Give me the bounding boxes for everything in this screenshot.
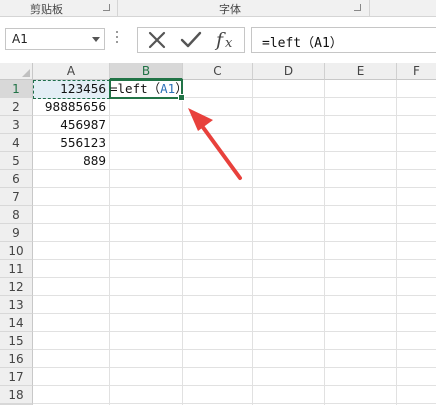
worksheet-grid[interactable]: A B C D E F 1 2 3 4 5 6 7 8 9 10 11 12 1… (0, 63, 436, 405)
gridline (109, 80, 110, 405)
row-header-15[interactable]: 15 (0, 332, 33, 350)
row-header-2[interactable]: 2 (0, 98, 33, 116)
row-header-8[interactable]: 8 (0, 206, 33, 224)
gridline (33, 313, 436, 314)
row-header-11[interactable]: 11 (0, 260, 33, 278)
gridline (33, 205, 436, 206)
svg-text:x: x (225, 36, 233, 51)
formula-suffix: ） (175, 81, 188, 96)
formula-bar: A1 f x =left（A1） (0, 17, 436, 63)
font-dialog-launcher-icon[interactable] (354, 4, 361, 11)
gridline (33, 349, 436, 350)
row-header-9[interactable]: 9 (0, 224, 33, 242)
gridline (396, 80, 397, 405)
gridline (33, 241, 436, 242)
group-divider (117, 0, 118, 16)
row-header-17[interactable]: 17 (0, 368, 33, 386)
formula-bar-buttons: f x (137, 27, 245, 53)
clipboard-dialog-launcher-icon[interactable] (103, 4, 110, 11)
gridline (33, 367, 436, 368)
name-box[interactable]: A1 (5, 28, 105, 50)
gridline (252, 80, 253, 405)
row-header-4[interactable]: 4 (0, 134, 33, 152)
select-all-button[interactable] (0, 63, 33, 80)
column-header-c[interactable]: C (183, 63, 253, 80)
group-label-font: 字体 (219, 3, 241, 16)
formula-prefix: =left（ (110, 81, 161, 96)
cell-a5[interactable]: 889 (33, 152, 109, 170)
row-header-18[interactable]: 18 (0, 386, 33, 404)
column-header-f[interactable]: F (397, 63, 436, 80)
gridline (33, 187, 436, 188)
gridline (33, 385, 436, 386)
row-header-3[interactable]: 3 (0, 116, 33, 134)
cell-a2[interactable]: 98885656 (33, 98, 109, 116)
gridline (33, 259, 436, 260)
column-header-b[interactable]: B (110, 63, 183, 80)
ribbon-group-labels: 剪贴板 字体 (0, 0, 436, 17)
gridline (33, 277, 436, 278)
gridline (33, 331, 436, 332)
gridline (324, 80, 325, 405)
insert-function-icon[interactable]: f x (210, 28, 244, 52)
formula-text: =left（A1） (262, 36, 343, 51)
formula-input[interactable]: =left（A1） (251, 27, 436, 53)
row-header-14[interactable]: 14 (0, 314, 33, 332)
gridline (33, 295, 436, 296)
cell-a1[interactable]: 123456 (33, 80, 109, 98)
formula-bar-splitter[interactable] (116, 31, 119, 47)
gridline (182, 80, 183, 405)
cell-a4[interactable]: 556123 (33, 134, 109, 152)
row-header-6[interactable]: 6 (0, 170, 33, 188)
column-header-a[interactable]: A (33, 63, 110, 80)
gridline (33, 223, 436, 224)
column-header-e[interactable]: E (325, 63, 397, 80)
row-header-7[interactable]: 7 (0, 188, 33, 206)
enter-icon[interactable] (174, 28, 208, 52)
gridline (33, 403, 436, 404)
row-header-5[interactable]: 5 (0, 152, 33, 170)
row-header-13[interactable]: 13 (0, 296, 33, 314)
cell-a3[interactable]: 456987 (33, 116, 109, 134)
cell-b1-formula[interactable]: =left（A1） (110, 80, 188, 98)
formula-reference: A1 (160, 81, 176, 96)
group-label-clipboard: 剪贴板 (30, 3, 63, 16)
row-header-12[interactable]: 12 (0, 278, 33, 296)
cancel-icon[interactable] (140, 28, 174, 52)
column-header-d[interactable]: D (253, 63, 325, 80)
row-header-16[interactable]: 16 (0, 350, 33, 368)
name-box-value: A1 (12, 32, 28, 46)
group-divider (369, 0, 370, 16)
row-header-10[interactable]: 10 (0, 242, 33, 260)
dropdown-arrow-icon[interactable] (92, 37, 100, 42)
row-header-1[interactable]: 1 (0, 80, 33, 98)
